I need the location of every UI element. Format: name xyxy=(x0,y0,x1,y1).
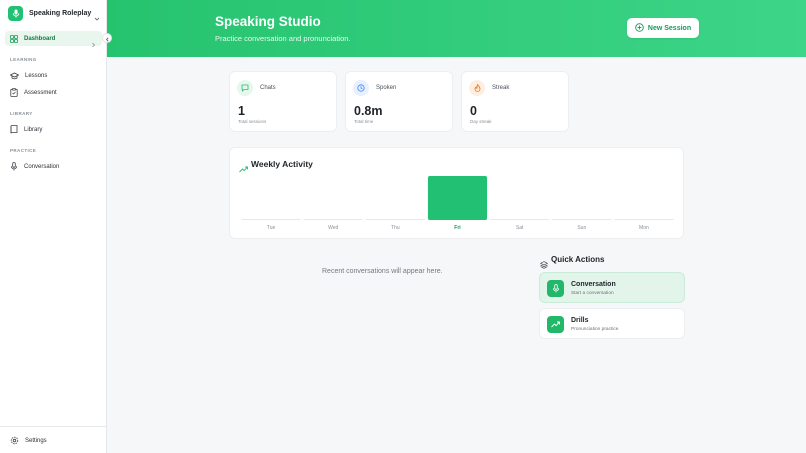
sidebar-footer: Settings xyxy=(0,426,107,453)
stat-label: Spoken xyxy=(376,85,397,91)
bar-baseline xyxy=(490,219,550,220)
x-tick-label: Mon xyxy=(639,225,649,231)
weekly-activity-chart: Tue Wed Thu Fri Sat Sun Mon xyxy=(241,176,674,231)
chevron-left-icon xyxy=(105,29,110,47)
sidebar-item-assessment[interactable]: Assessment xyxy=(5,85,102,100)
stat-card-streak: Streak 0 Day streak xyxy=(461,71,569,132)
sidebar-item-lessons[interactable]: Lessons xyxy=(5,68,102,83)
microphone-icon xyxy=(8,6,23,21)
stat-card-chats: Chats 1 Total sessions xyxy=(229,71,337,132)
brand-name: Speaking Roleplay xyxy=(29,10,92,17)
clipboard-icon xyxy=(10,84,18,102)
sidebar: Speaking Roleplay Dashboard LEARNING Les… xyxy=(0,0,107,453)
page-title: Speaking Studio xyxy=(215,14,321,29)
new-session-label: New Session xyxy=(647,24,692,32)
quick-action-name: Drills xyxy=(571,317,589,324)
stat-label: Chats xyxy=(260,85,276,91)
sidebar-item-library[interactable]: Library xyxy=(5,122,102,137)
book-icon xyxy=(10,121,18,139)
brand-switcher[interactable]: Speaking Roleplay xyxy=(8,5,102,22)
section-label-learning: LEARNING xyxy=(10,57,37,62)
trending-up-icon xyxy=(547,316,564,333)
section-label-library: LIBRARY xyxy=(10,111,33,116)
sidebar-item-label: Assessment xyxy=(24,89,57,96)
graduation-cap-icon xyxy=(9,67,20,85)
gear-icon xyxy=(10,432,19,450)
bar-baseline xyxy=(303,219,363,220)
grid-icon xyxy=(10,30,18,48)
sidebar-item-conversation[interactable]: Conversation xyxy=(5,159,102,174)
bar-baseline xyxy=(365,219,425,220)
stat-caption: Total sessions xyxy=(238,119,267,124)
plus-circle-icon xyxy=(635,19,644,37)
page-subtitle: Practice conversation and pronunciation. xyxy=(215,34,351,43)
quick-action-name: Conversation xyxy=(571,281,616,288)
flame-icon xyxy=(469,80,485,96)
microphone-icon xyxy=(10,158,18,176)
quick-action-desc: Pronunciation practice xyxy=(571,327,619,332)
stat-value: 1 xyxy=(238,104,245,118)
sidebar-item-label: Conversation xyxy=(24,163,60,170)
x-tick-label: Fri xyxy=(454,225,461,231)
collapse-sidebar-button[interactable] xyxy=(102,33,112,43)
chat-icon xyxy=(237,80,253,96)
sidebar-item-label: Library xyxy=(24,126,43,133)
x-tick-label: Thu xyxy=(391,225,400,231)
x-tick-label: Wed xyxy=(328,225,338,231)
chevron-right-icon xyxy=(91,35,96,53)
clock-icon xyxy=(353,80,369,96)
quick-action-desc: Start a conversation xyxy=(571,291,614,296)
sidebar-item-label: Lessons xyxy=(25,72,48,79)
bar-baseline xyxy=(614,219,674,220)
bar-baseline xyxy=(241,219,301,220)
stat-card-spoken: Spoken 0.8m Total time xyxy=(345,71,453,132)
sidebar-item-label: Settings xyxy=(25,437,47,444)
microphone-icon xyxy=(547,280,564,297)
hero-banner: Speaking Studio Practice conversation an… xyxy=(107,0,806,57)
quick-action-drills[interactable]: Drills Pronunciation practice xyxy=(539,308,685,339)
sidebar-item-settings[interactable]: Settings xyxy=(5,433,102,448)
x-tick-label: Sun xyxy=(577,225,586,231)
quick-action-conversation[interactable]: Conversation Start a conversation xyxy=(539,272,685,303)
chevron-down-icon xyxy=(94,9,100,27)
new-session-button[interactable]: New Session xyxy=(627,18,699,38)
weekly-activity-card: Weekly Activity Tue Wed Thu Fri Sat Sun Mon xyxy=(229,147,684,239)
chart-bar-fri xyxy=(427,176,488,220)
recent-empty-text: Recent conversations will appear here. xyxy=(322,268,443,275)
stat-value: 0.8m xyxy=(354,104,383,118)
section-label-practice: PRACTICE xyxy=(10,148,37,153)
stat-caption: Day streak xyxy=(470,119,492,124)
sidebar-item-dashboard[interactable]: Dashboard xyxy=(5,30,102,48)
x-tick-label: Sat xyxy=(516,225,524,231)
stat-label: Streak xyxy=(492,85,510,91)
quick-actions-title: Quick Actions xyxy=(551,255,605,264)
stat-caption: Total time xyxy=(354,119,374,124)
bar-baseline xyxy=(552,219,612,220)
stat-value: 0 xyxy=(470,104,477,118)
sidebar-item-label: Dashboard xyxy=(24,35,56,42)
x-tick-label: Tue xyxy=(267,225,276,231)
